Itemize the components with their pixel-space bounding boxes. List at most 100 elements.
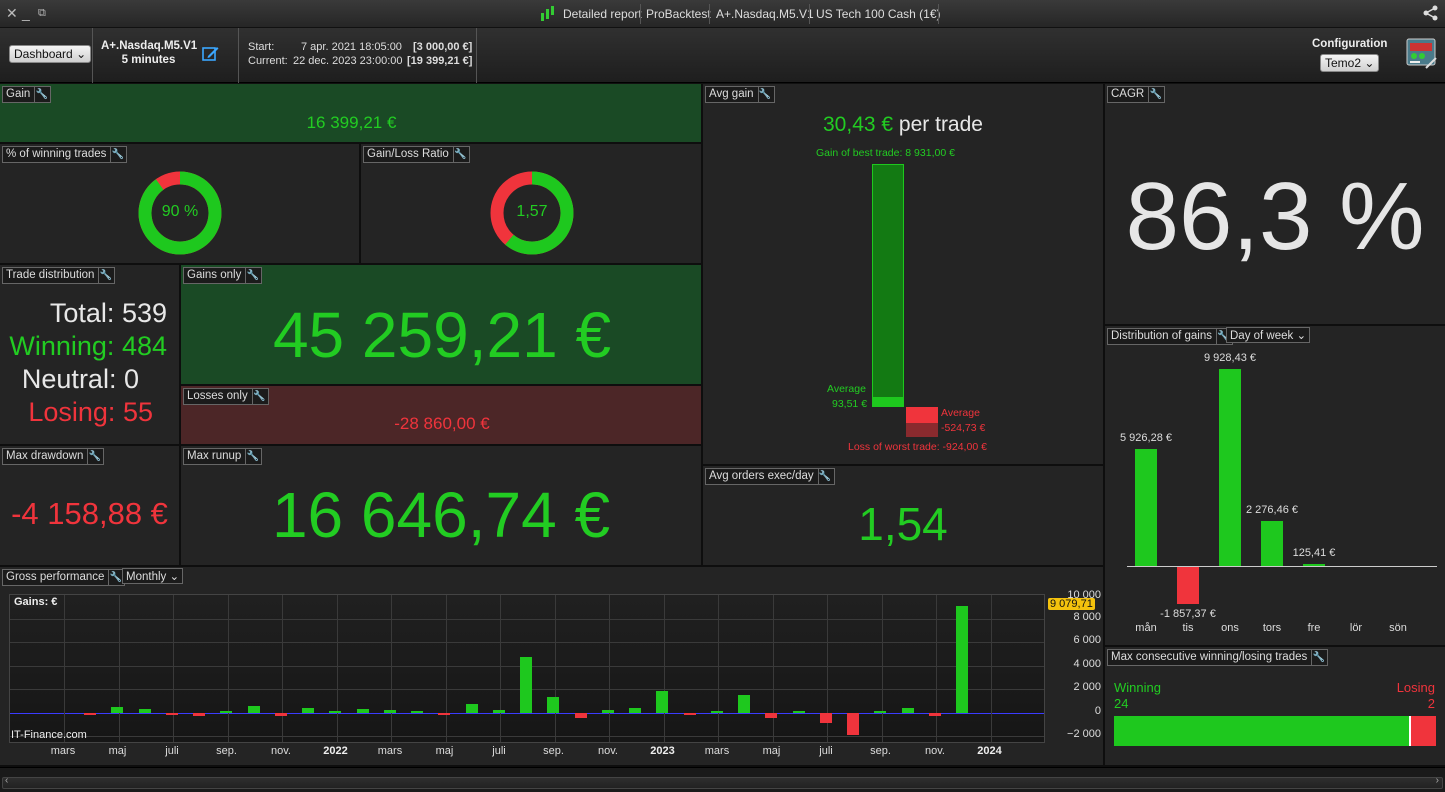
performance-bar	[847, 712, 859, 735]
wrench-icon[interactable]: 🔧	[98, 268, 112, 283]
gross-performance-plot	[9, 594, 1045, 743]
performance-bar	[792, 710, 805, 713]
dow-value-label: 125,41 €	[1292, 546, 1336, 559]
panel-title-text: Max consecutive winning/losing trades	[1111, 651, 1308, 663]
x-tick-label: juli	[819, 745, 833, 757]
dow-value-label: 9 928,43 €	[1204, 352, 1256, 365]
tab-system[interactable]: A+.Nasdaq.M5.V1	[716, 7, 814, 21]
config-select[interactable]: Temo2 ⌄	[1320, 54, 1380, 72]
restore-icon[interactable]: ⧉	[38, 6, 46, 20]
winning-value: 484	[121, 331, 167, 361]
tab-probacktest[interactable]: ProBacktest	[646, 7, 711, 21]
gain-loss-ratio-panel: Gain/Loss Ratio 🔧 1,57	[361, 144, 703, 265]
grid-line	[64, 595, 65, 742]
dow-category-label: lör	[1349, 622, 1363, 634]
grid-line	[663, 595, 665, 742]
wrench-icon[interactable]: 🔧	[108, 570, 122, 585]
y-tick-label: 4 000	[1073, 657, 1101, 670]
panel-title-text: Avg orders exec/day	[709, 470, 814, 482]
panel-title: Gain/Loss Ratio 🔧	[363, 146, 470, 163]
edit-icon[interactable]	[202, 45, 219, 65]
grid-line	[500, 595, 501, 742]
wrench-icon[interactable]: 🔧	[110, 147, 124, 162]
dow-bar	[1177, 567, 1199, 604]
losing-label: Losing:	[28, 397, 116, 427]
chevron-down-icon: ⌄	[1364, 56, 1375, 70]
performance-bar	[274, 712, 287, 716]
wrench-icon[interactable]: 🔧	[87, 449, 101, 464]
wrench-icon[interactable]: 🔧	[452, 147, 467, 162]
gains-label: Gains: €	[12, 596, 60, 608]
wrench-icon[interactable]: 🔧	[1148, 87, 1162, 102]
dow-bar	[1219, 369, 1241, 566]
performance-bar	[356, 709, 369, 713]
panel-title: Max consecutive winning/losing trades 🔧	[1107, 649, 1329, 666]
x-tick-label: mars	[377, 745, 403, 757]
chevron-down-icon: ⌄	[76, 47, 87, 61]
x-axis: mars maj juli sep. nov. 2022 mars maj juli sep. no…	[9, 745, 1045, 761]
grid-line	[282, 595, 283, 742]
panel-title: Gains only 🔧	[183, 267, 263, 284]
performance-bar	[928, 712, 941, 716]
tab-instrument[interactable]: US Tech 100 Cash (1€)	[816, 7, 941, 21]
scroll-right-icon[interactable]: ›	[1436, 775, 1439, 786]
panel-title: Gross performance 🔧	[2, 569, 126, 586]
wrench-icon[interactable]: 🔧	[757, 87, 772, 102]
distribution-chart: 5 926,28 € mån -1 857,37 € tis 9 928,43 € ons…	[1105, 326, 1445, 645]
x-tick-label: 2024	[977, 745, 1002, 757]
gain-loss-ratio-value: 1,57	[516, 203, 548, 220]
timeframe: 5 minutes	[121, 54, 176, 66]
dow-bar	[1135, 448, 1157, 566]
x-tick-label: juli	[165, 745, 179, 757]
dow-value-label: 2 276,46 €	[1246, 503, 1298, 516]
x-tick-label: maj	[762, 745, 781, 757]
total-value: 539	[121, 298, 167, 328]
wrench-icon[interactable]: 🔧	[245, 449, 259, 464]
panel-title: Max drawdown 🔧	[2, 448, 105, 465]
performance-bar	[165, 712, 178, 715]
view-select[interactable]: Dashboard ⌄	[9, 45, 92, 63]
grid-line	[718, 595, 719, 742]
horizontal-scrollbar[interactable]: ‹ ›	[2, 775, 1443, 789]
panel-title: % of winning trades 🔧	[2, 146, 128, 163]
performance-bar	[574, 712, 587, 718]
avg-gain-value: 30,43 €	[823, 113, 894, 136]
header: Dashboard ⌄ A+.Nasdaq.M5.V1 5 minutes St…	[0, 28, 1445, 83]
chevron-down-icon: ⌄	[169, 571, 180, 583]
cagr-panel: CAGR 🔧 86,3 %	[1105, 84, 1445, 326]
share-icon[interactable]	[1423, 5, 1439, 24]
dow-value-label: -1 857,37 €	[1160, 607, 1216, 620]
performance-bar	[492, 709, 505, 713]
scroll-left-icon[interactable]: ‹	[5, 775, 8, 786]
minimize-icon[interactable]: _	[22, 6, 30, 20]
close-icon[interactable]: ✕	[6, 6, 18, 20]
performance-bar	[465, 703, 478, 713]
y-tick-label: 0	[1094, 704, 1101, 717]
y-axis: −2 000 0 2 000 4 000 6 000 8 000 10 000 9 079,7…	[1045, 589, 1103, 743]
grid-line	[173, 595, 174, 742]
average-win-label: Average	[827, 383, 866, 395]
monthly-select[interactable]: Monthly ⌄	[122, 568, 184, 584]
panel-title-text: Max drawdown	[6, 450, 84, 462]
grid-line	[445, 595, 447, 742]
total-line: Total: 539	[50, 297, 167, 330]
wrench-icon[interactable]: 🔧	[1311, 650, 1325, 665]
dow-category-label: ons	[1221, 622, 1239, 634]
x-tick-label: mars	[50, 745, 76, 757]
performance-bar	[220, 710, 233, 713]
panel-title: Gain 🔧	[2, 86, 52, 103]
wrench-icon[interactable]: 🔧	[34, 87, 48, 102]
settings-panel-icon[interactable]	[1406, 38, 1438, 73]
performance-bar	[302, 707, 314, 713]
wrench-icon[interactable]: 🔧	[251, 389, 266, 404]
panel-title-text: Losses only	[187, 390, 248, 402]
wrench-icon[interactable]: 🔧	[817, 469, 832, 484]
panel-title-text: Gross performance	[6, 571, 105, 583]
panel-title: Max runup 🔧	[183, 448, 263, 465]
winning-label: Winning:	[9, 331, 115, 361]
detailed-report-label[interactable]: Detailed report	[563, 7, 642, 21]
wrench-icon[interactable]: 🔧	[245, 268, 259, 283]
x-tick-label: sep.	[216, 745, 237, 757]
y-tick-label: 6 000	[1073, 634, 1101, 647]
average-loss-bar	[906, 407, 938, 423]
